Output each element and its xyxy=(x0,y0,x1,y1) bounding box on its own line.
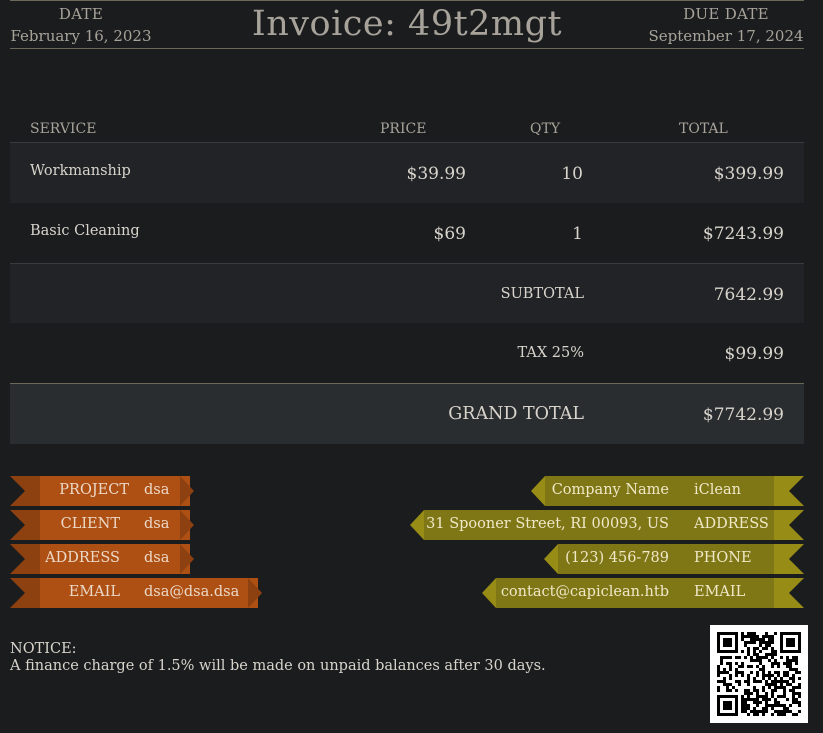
tax-value: $99.99 xyxy=(724,344,784,364)
grand-total-row: GRAND TOTAL $7742.99 xyxy=(10,383,804,444)
qr-code-icon xyxy=(717,632,801,716)
due-date-label: DUE DATE xyxy=(683,5,769,23)
subtotal-row: SUBTOTAL 7642.99 xyxy=(10,263,804,323)
client-address-ribbon: ADDRESS dsa xyxy=(10,544,194,574)
subtotal-value: 7642.99 xyxy=(713,285,784,305)
grand-total-label: GRAND TOTAL xyxy=(448,404,584,424)
company-phone-value: (123) 456-789 xyxy=(565,550,669,566)
service-qty: 10 xyxy=(561,164,583,184)
column-qty: QTY xyxy=(530,121,561,137)
client-address-label: ADDRESS xyxy=(45,550,120,566)
due-date-value: September 17, 2024 xyxy=(648,27,804,45)
service-qty: 1 xyxy=(572,224,583,244)
service-total: $399.99 xyxy=(713,164,784,184)
service-total: $7243.99 xyxy=(702,224,784,244)
service-name: Basic Cleaning xyxy=(30,223,140,239)
company-name-value: iClean xyxy=(694,482,741,498)
client-email-value: dsa@dsa.dsa xyxy=(144,584,240,600)
notice-title: NOTICE: xyxy=(10,641,77,657)
company-email-ribbon: contact@capiclean.htb EMAIL xyxy=(482,578,804,608)
company-name-label: Company Name xyxy=(551,482,669,498)
table-row: Basic Cleaning $69 1 $7243.99 xyxy=(10,203,804,263)
project-label: PROJECT xyxy=(59,482,129,498)
qr-code xyxy=(710,625,808,723)
client-address-value: dsa xyxy=(144,550,170,566)
client-ribbon: CLIENT dsa xyxy=(10,510,194,540)
grand-total-value: $7742.99 xyxy=(702,405,784,425)
client-value: dsa xyxy=(144,516,170,532)
service-name: Workmanship xyxy=(30,163,131,179)
company-phone-label: PHONE xyxy=(694,550,752,566)
notice: NOTICE: A finance charge of 1.5% will be… xyxy=(10,641,546,675)
invoice-due-date: DUE DATE September 17, 2024 xyxy=(648,5,804,45)
service-price: $39.99 xyxy=(406,164,466,184)
company-name-ribbon: Company Name iClean xyxy=(531,476,804,506)
company-address-value: 31 Spooner Street, RI 00093, US xyxy=(426,516,669,532)
column-price: PRICE xyxy=(380,121,427,137)
client-email-ribbon: EMAIL dsa@dsa.dsa xyxy=(10,578,262,608)
tax-label: TAX 25% xyxy=(517,345,584,361)
notice-text: A finance charge of 1.5% will be made on… xyxy=(10,658,546,674)
company-address-label: ADDRESS xyxy=(694,516,769,532)
tax-row: TAX 25% $99.99 xyxy=(10,323,804,383)
client-email-label: EMAIL xyxy=(68,584,120,600)
company-email-value: contact@capiclean.htb xyxy=(500,584,669,600)
table-row: Workmanship $39.99 10 $399.99 xyxy=(10,143,804,203)
company-address-ribbon: 31 Spooner Street, RI 00093, US ADDRESS xyxy=(410,510,804,540)
company-email-label: EMAIL xyxy=(694,584,746,600)
company-phone-ribbon: (123) 456-789 PHONE xyxy=(544,544,804,574)
service-price: $69 xyxy=(433,224,466,244)
table-header: SERVICE PRICE QTY TOTAL xyxy=(10,113,804,143)
project-value: dsa xyxy=(144,482,170,498)
invoice-table: SERVICE PRICE QTY TOTAL Workmanship $39.… xyxy=(10,113,804,444)
project-ribbon: PROJECT dsa xyxy=(10,476,194,506)
column-total: TOTAL xyxy=(679,121,728,137)
client-label: CLIENT xyxy=(60,516,120,532)
column-service: SERVICE xyxy=(30,121,97,137)
subtotal-label: SUBTOTAL xyxy=(500,286,584,302)
invoice-header: DATE February 16, 2023 Invoice: 49t2mgt … xyxy=(10,0,804,49)
